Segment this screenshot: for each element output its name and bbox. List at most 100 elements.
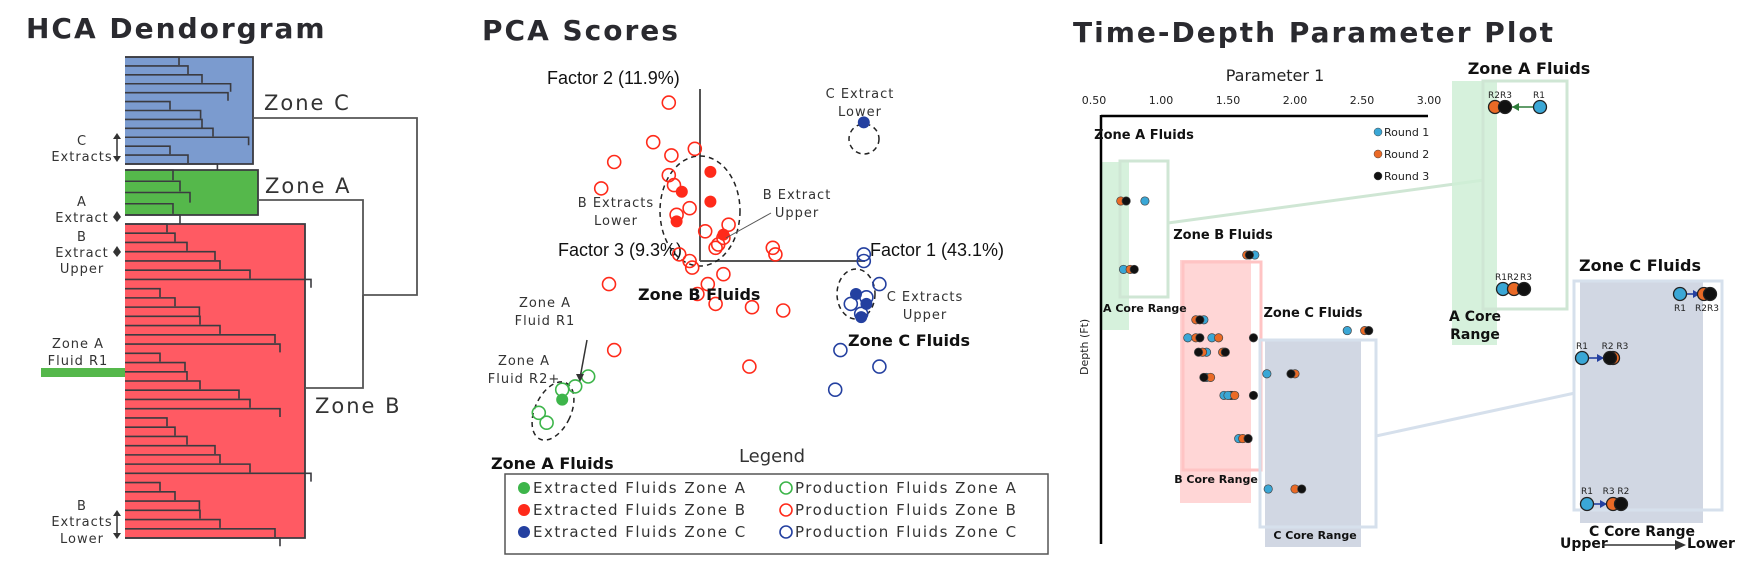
annotation-b-extracts-lower: Lower [594,214,638,229]
pca-panel: PCA Scores Factor 2 (11.9%) Factor 1 (43… [482,14,1049,555]
annotation-text: Zone A [52,337,104,352]
pca-points [531,95,887,431]
legend-label: Production Fluids Zone B [795,501,1017,519]
annotation-b-extracts-lower: B Extracts Lower [51,499,121,547]
c-core-range-band [1265,340,1361,547]
td-legend-label: Round 2 [1384,148,1429,161]
annotation-a-extract: A Extract [55,195,121,226]
inset-zone-a: Zone A Fluids A Core Range R2 R3 R1R1 R2 R3 [1449,59,1590,345]
annotation-text: A [77,195,87,210]
inset-round-label: R1 [1533,91,1545,101]
pca-point-production-fluids-zone-b [716,266,731,282]
annotation-text: Extract [55,246,109,261]
td-a-core-label: A Core Range [1103,302,1187,315]
td-xlabel: Parameter 1 [1226,66,1325,85]
pca-point-production-fluids-zone-b [742,359,757,374]
x-tick-label: 2.50 [1350,94,1375,107]
inset-point-round-3 [1516,281,1532,297]
td-point-round-1 [1183,333,1193,343]
inset-point-round-1 [1672,286,1688,302]
inset-zone-c: Zone C Fluids C Core Range R1 R2R3R1 R2 R3… [1560,256,1735,552]
hca-zone-c-label: Zone C [264,91,351,115]
pca-point-production-fluids-zone-b [708,240,723,256]
legend-label: Production Fluids Zone A [795,479,1017,497]
inset-point-round-1 [1579,496,1595,512]
annotation-text: C [77,134,87,149]
td-point-round-1 [1263,484,1273,494]
dendrogram-link [305,295,364,389]
annotation-b-extract-upper: B Extract [763,188,832,203]
annotation-text: Upper [60,262,104,277]
legend-title: Legend [739,446,805,467]
group-label-zone-b: Zone B Fluids [638,285,760,304]
pca-point-extracted-fluids-zone-b [704,165,717,178]
pca-point-production-fluids-zone-c [843,296,859,312]
annotation-zone-a-fluid-r1: Fluid R1 [515,314,576,329]
group-label-zone-c: Zone C Fluids [848,331,970,350]
arrow-icon [576,339,588,382]
direction-lower-label: Lower [1687,536,1735,552]
td-point-round-3 [1129,264,1139,274]
annotation-c-extract-lower: Lower [838,105,882,120]
x-tick-label: 1.00 [1149,94,1174,107]
annotation-c-extracts: C Extracts [51,133,121,165]
inset-round-label: R2 [1507,273,1519,283]
inset-point-round-1 [1574,350,1590,366]
annotation-text: B [77,499,87,514]
td-x-ticks: 0.50 1.00 1.50 2.00 2.50 3.00 [1082,94,1442,107]
td-point-round-3 [1248,333,1259,343]
dendrogram [125,56,418,547]
pca-point-production-fluids-zone-a [539,415,554,431]
td-zone-b-title: Zone B Fluids [1173,228,1273,243]
td-point-round-1 [1342,326,1352,336]
pca-point-production-fluids-zone-b [661,95,677,110]
pca-point-production-fluids-zone-b [606,342,622,358]
inset-a-core-label-line2: Range [1450,327,1500,343]
double-arrow-icon [113,133,121,162]
pca-point-production-fluids-zone-b [661,167,677,183]
pca-point-production-fluids-zone-b [593,181,609,196]
pca-point-production-fluids-zone-b [664,148,679,163]
annotation-c-extracts-upper: Upper [903,308,947,323]
annotation-b-extract-upper: B Extract Upper [55,230,121,277]
b-core-range-band [1180,260,1251,503]
pca-point-production-fluids-zone-c [872,359,887,374]
hca-zone-b-label: Zone B [315,394,402,418]
annotation-text: Extract [55,211,109,226]
td-legend-marker [1373,149,1383,159]
inset-round-label: R3 [1520,273,1532,283]
td-legend-label: Round 1 [1384,126,1429,139]
annotation-zone-a-fluid-r2: Zone A [498,354,550,369]
td-point-round-3 [1248,390,1259,400]
zone-a-fluid-r1-marker [41,368,125,377]
direction-arrow-icon [1675,540,1686,550]
td-legend: Round 1 Round 2 Round 3 [1373,126,1429,183]
legend-marker [518,526,530,538]
td-point-round-1 [1140,196,1150,206]
diamond-arrow-icon [113,211,121,222]
pca-point-production-fluids-zone-b [721,217,736,232]
annotation-leader-line [725,212,772,239]
td-title: Time-Depth Parameter Plot [1073,16,1555,49]
legend-label: Extracted Fluids Zone B [533,501,747,519]
legend-marker [518,482,530,494]
td-point-round-3 [1244,250,1254,260]
x-tick-label: 3.00 [1417,94,1442,107]
inset-point-round-3 [1497,99,1513,115]
arrow-head-icon [1512,103,1519,111]
group-label-zone-a: Zone A Fluids [491,454,614,473]
legend-label: Production Fluids Zone C [795,523,1018,541]
inset-round-label: R2R3 [1695,304,1719,314]
pca-point-production-fluids-zone-b [682,200,697,216]
td-point-round-3 [1243,434,1253,444]
dendrogram-branch [125,537,281,547]
legend-marker [518,504,530,516]
inset-point-round-3 [1602,350,1618,366]
inset-point-round-3 [1702,286,1718,302]
td-c-core-label: C Core Range [1273,529,1356,542]
factor1-label: Factor 1 (43.1%) [870,240,1004,260]
td-point-round-1 [1262,369,1272,379]
direction-upper-label: Upper [1560,536,1608,552]
td-point-round-3 [1199,372,1209,382]
td-point-round-3 [1195,333,1205,343]
